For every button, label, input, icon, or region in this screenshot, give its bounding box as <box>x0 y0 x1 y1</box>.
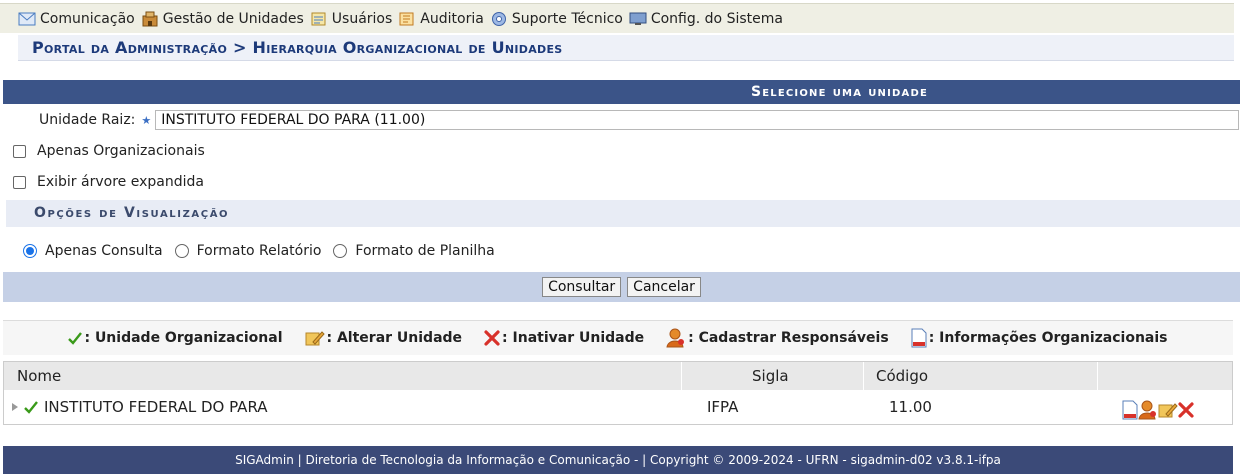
monitor-icon <box>629 12 647 25</box>
cell-nome: INSTITUTO FEDERAL DO PARA <box>4 398 682 416</box>
menu-gestao-unidades[interactable]: Gestão de Unidades <box>141 11 304 27</box>
footer-text: SIGAdmin | Diretoria de Tecnologia da In… <box>235 453 1001 467</box>
only-org-label: Apenas Organizacionais <box>37 143 205 159</box>
cross-icon[interactable] <box>1178 402 1194 418</box>
form-actions: Consultar Cancelar <box>3 272 1240 302</box>
edit-icon <box>305 331 325 346</box>
support-icon <box>491 11 506 26</box>
person-icon <box>666 328 685 348</box>
raiz-label: Unidade Raiz: <box>39 112 136 128</box>
cancelar-button[interactable]: Cancelar <box>627 277 701 297</box>
radio-apenas-consulta-label: Apenas Consulta <box>45 243 163 259</box>
legend-label: : Unidade Organizacional <box>84 330 283 346</box>
menu-suporte-tecnico[interactable]: Suporte Técnico <box>490 11 623 27</box>
menu-usuarios[interactable]: Usuários <box>310 10 393 27</box>
consultar-button[interactable]: Consultar <box>542 277 622 297</box>
only-org-row: Apenas Organizacionais <box>3 143 1240 159</box>
menu-suporte-tecnico-label: Suporte Técnico <box>511 10 623 27</box>
menu-comunicacao[interactable]: Comunicação <box>18 11 135 27</box>
expand-arrow-icon[interactable] <box>9 401 21 413</box>
page-title: Portal da Administração > Hierarquia Org… <box>32 38 563 57</box>
top-menu: Comunicação Gestão de Unidades Usuários … <box>0 3 1234 33</box>
radio-formato-relatorio-label: Formato Relatório <box>196 243 322 259</box>
legend-item-cadastrar-responsaveis: : Cadastrar Responsáveis <box>666 328 889 348</box>
menu-comunicacao-label: Comunicação <box>40 10 135 27</box>
document-icon[interactable] <box>1122 400 1138 420</box>
check-icon <box>24 401 38 414</box>
raiz-input[interactable]: INSTITUTO FEDERAL DO PARA (11.00) <box>155 110 1240 130</box>
cell-sigla: IFPA <box>682 398 864 416</box>
edit-icon[interactable] <box>1158 401 1178 419</box>
expand-tree-row: Exibir árvore expandida <box>3 174 1240 190</box>
breadcrumb: Portal da Administração > Hierarquia Org… <box>18 35 1234 61</box>
expand-tree-label: Exibir árvore expandida <box>37 174 204 190</box>
units-table: Nome Sigla Código INSTITUTO FEDERAL DO P… <box>3 361 1233 425</box>
radio-formato-planilha-label: Formato de Planilha <box>355 243 495 259</box>
table-header: Nome Sigla Código <box>4 362 1232 390</box>
cell-actions <box>1098 394 1232 420</box>
expand-tree-checkbox[interactable] <box>13 175 26 189</box>
legend-item-unidade-organizacional: : Unidade Organizacional <box>68 330 283 346</box>
raiz-input-value: INSTITUTO FEDERAL DO PARA (11.00) <box>161 112 426 128</box>
col-sigla: Sigla <box>682 362 864 390</box>
col-codigo: Código <box>864 362 1098 390</box>
legend-label: : Alterar Unidade <box>326 330 463 346</box>
table-row: INSTITUTO FEDERAL DO PARA IFPA 11.00 <box>4 390 1232 424</box>
col-actions <box>1098 362 1232 390</box>
select-unit-form: Selecione uma unidade Unidade Raiz: ★ IN… <box>3 80 1240 302</box>
raiz-row: Unidade Raiz: ★ INSTITUTO FEDERAL DO PAR… <box>3 110 1240 130</box>
unit-sigla: IFPA <box>707 398 739 416</box>
col-nome: Nome <box>4 362 682 390</box>
view-options-heading: Opções de Visualização <box>6 200 1240 227</box>
cell-codigo: 11.00 <box>864 398 1098 416</box>
audit-icon <box>399 12 414 25</box>
menu-config-sistema-label: Config. do Sistema <box>650 10 783 27</box>
legend-item-alterar-unidade: : Alterar Unidade <box>305 329 463 347</box>
envelope-icon <box>18 12 36 25</box>
icon-legend: : Unidade Organizacional : Alterar Unida… <box>3 320 1233 355</box>
cross-icon <box>484 330 500 346</box>
menu-auditoria[interactable]: Auditoria <box>398 11 484 27</box>
users-icon <box>311 12 326 25</box>
menu-gestao-unidades-label: Gestão de Unidades <box>162 10 304 27</box>
only-org-checkbox[interactable] <box>13 144 26 158</box>
check-icon <box>68 332 83 345</box>
menu-auditoria-label: Auditoria <box>420 10 484 27</box>
radio-formato-relatorio[interactable] <box>174 244 189 258</box>
menu-usuarios-label: Usuários <box>331 10 393 27</box>
legend-label: : Informações Organizacionais <box>928 330 1168 346</box>
page-footer: SIGAdmin | Diretoria de Tecnologia da In… <box>3 446 1233 474</box>
unit-codigo: 11.00 <box>889 398 932 416</box>
radio-formato-planilha[interactable] <box>333 244 348 258</box>
building-icon <box>142 11 158 26</box>
view-options-row: Apenas Consulta Formato Relatório Format… <box>3 243 1240 259</box>
legend-label: : Cadastrar Responsáveis <box>688 330 889 346</box>
legend-item-inativar-unidade: : Inativar Unidade <box>484 330 644 346</box>
unit-name: INSTITUTO FEDERAL DO PARA <box>44 398 268 416</box>
required-star-icon: ★ <box>141 113 152 127</box>
document-icon <box>911 328 927 348</box>
menu-config-sistema[interactable]: Config. do Sistema <box>629 11 783 27</box>
legend-label: : Inativar Unidade <box>502 330 645 346</box>
form-caption: Selecione uma unidade <box>3 80 1240 104</box>
legend-item-informacoes-organizacionais: : Informações Organizacionais <box>911 328 1168 348</box>
person-icon[interactable] <box>1138 400 1158 420</box>
radio-apenas-consulta[interactable] <box>23 244 37 258</box>
